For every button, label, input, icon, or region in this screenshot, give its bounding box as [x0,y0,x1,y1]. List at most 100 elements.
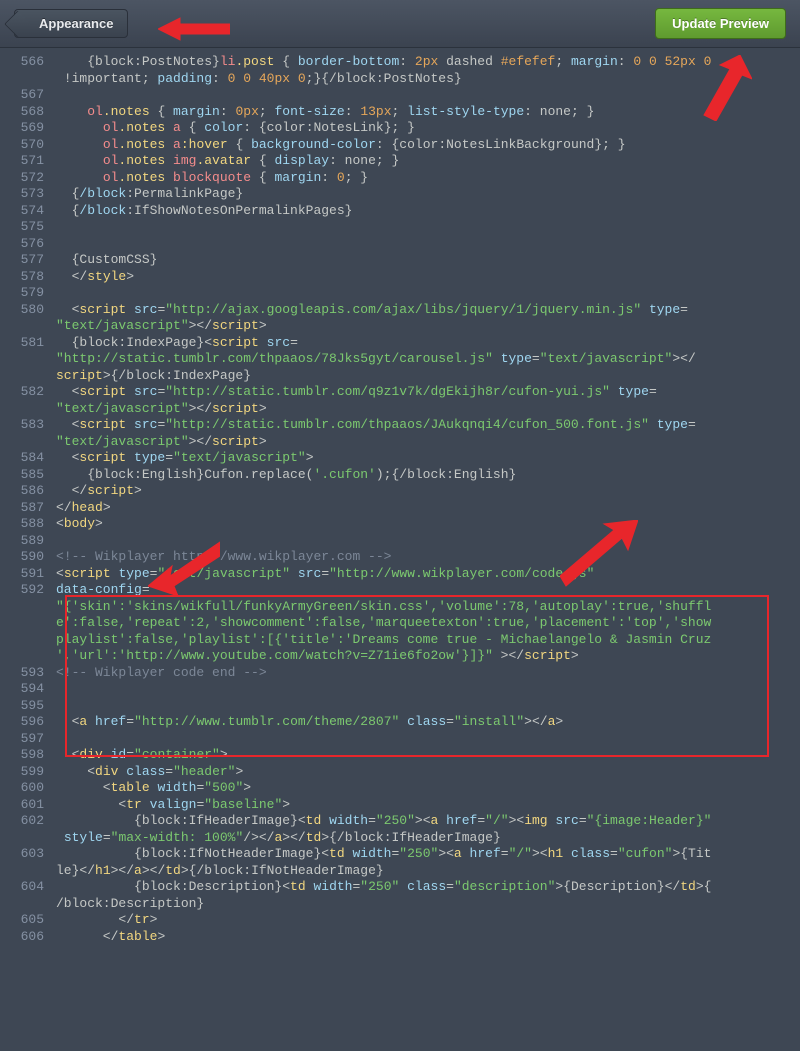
code-content[interactable]: </style> [56,269,800,286]
code-content[interactable]: </head> [56,500,800,517]
code-content[interactable]: e':false,'repeat':2,'showcomment':false,… [56,615,800,632]
code-content[interactable]: <script type="text/javascript"> [56,450,800,467]
code-content[interactable] [56,731,800,748]
code-line[interactable]: 577 {CustomCSS} [0,252,800,269]
code-line[interactable]: /block:Description} [0,896,800,913]
code-content[interactable]: {block:English}Cufon.replace('.cufon');{… [56,467,800,484]
code-line[interactable]: 567 [0,87,800,104]
code-line[interactable]: 592data-config= [0,582,800,599]
code-content[interactable]: "{'skin':'skins/wikfull/funkyArmyGreen/s… [56,599,800,616]
code-line[interactable]: 602 {block:IfHeaderImage}<td width="250"… [0,813,800,830]
code-line[interactable]: style="max-width: 100%"/></a></td>{/bloc… [0,830,800,847]
code-content[interactable] [56,698,800,715]
code-content[interactable]: ol.notes { margin: 0px; font-size: 13px;… [56,104,800,121]
code-line[interactable]: 595 [0,698,800,715]
code-content[interactable]: <!-- Wikplayer code end --> [56,665,800,682]
code-content[interactable]: {block:PostNotes}li.post { border-bottom… [56,54,800,71]
code-content[interactable] [56,219,800,236]
code-line[interactable]: 573 {/block:PermalinkPage} [0,186,800,203]
code-content[interactable]: </script> [56,483,800,500]
code-line[interactable]: 597 [0,731,800,748]
code-content[interactable]: </table> [56,929,800,946]
code-line[interactable]: 585 {block:English}Cufon.replace('.cufon… [0,467,800,484]
code-line[interactable]: 584 <script type="text/javascript"> [0,450,800,467]
code-content[interactable]: style="max-width: 100%"/></a></td>{/bloc… [56,830,800,847]
code-line[interactable]: ','url':'http://www.youtube.com/watch?v=… [0,648,800,665]
code-line[interactable]: 569 ol.notes a { color: {color:NotesLink… [0,120,800,137]
code-content[interactable] [56,681,800,698]
code-line[interactable]: 582 <script src="http://static.tumblr.co… [0,384,800,401]
code-content[interactable]: <script src="http://ajax.googleapis.com/… [56,302,800,319]
appearance-back-button[interactable]: Appearance [14,9,128,38]
code-line[interactable]: "http://static.tumblr.com/thpaaos/78Jks5… [0,351,800,368]
code-editor[interactable]: 566 {block:PostNotes}li.post { border-bo… [0,48,800,945]
code-line[interactable]: 599 <div class="header"> [0,764,800,781]
code-line[interactable]: 575 [0,219,800,236]
code-content[interactable]: ','url':'http://www.youtube.com/watch?v=… [56,648,800,665]
code-content[interactable]: {/block:IfShowNotesOnPermalinkPages} [56,203,800,220]
code-line[interactable]: "{'skin':'skins/wikfull/funkyArmyGreen/s… [0,599,800,616]
code-content[interactable]: <body> [56,516,800,533]
code-content[interactable]: /block:Description} [56,896,800,913]
code-content[interactable] [56,236,800,253]
code-line[interactable]: 603 {block:IfNotHeaderImage}<td width="2… [0,846,800,863]
code-line[interactable]: 594 [0,681,800,698]
update-preview-button[interactable]: Update Preview [655,8,786,39]
code-content[interactable]: <div class="header"> [56,764,800,781]
code-content[interactable]: !important; padding: 0 0 40px 0;}{/block… [56,71,800,88]
code-content[interactable]: {block:IfNotHeaderImage}<td width="250">… [56,846,800,863]
code-line[interactable]: le}</h1></a></td>{/block:IfNotHeaderImag… [0,863,800,880]
code-content[interactable]: {CustomCSS} [56,252,800,269]
code-line[interactable]: 571 ol.notes img.avatar { display: none;… [0,153,800,170]
code-line[interactable]: 604 {block:Description}<td width="250" c… [0,879,800,896]
code-line[interactable]: playlist':false,'playlist':[{'title':'Dr… [0,632,800,649]
code-content[interactable]: {/block:PermalinkPage} [56,186,800,203]
code-line[interactable]: 590<!-- Wikplayer http://www.wikplayer.c… [0,549,800,566]
code-content[interactable]: ol.notes a:hover { background-color: {co… [56,137,800,154]
code-content[interactable]: <div id="container"> [56,747,800,764]
code-line[interactable]: 578 </style> [0,269,800,286]
code-line[interactable]: 566 {block:PostNotes}li.post { border-bo… [0,54,800,71]
code-content[interactable]: </tr> [56,912,800,929]
code-line[interactable]: 574 {/block:IfShowNotesOnPermalinkPages} [0,203,800,220]
code-line[interactable]: e':false,'repeat':2,'showcomment':false,… [0,615,800,632]
code-line[interactable]: 606 </table> [0,929,800,946]
code-line[interactable]: 579 [0,285,800,302]
code-line[interactable]: !important; padding: 0 0 40px 0;}{/block… [0,71,800,88]
code-content[interactable] [56,285,800,302]
code-line[interactable]: 600 <table width="500"> [0,780,800,797]
code-content[interactable]: "text/javascript"></script> [56,434,800,451]
code-content[interactable]: ol.notes img.avatar { display: none; } [56,153,800,170]
code-content[interactable]: {block:IndexPage}<script src= [56,335,800,352]
code-content[interactable]: le}</h1></a></td>{/block:IfNotHeaderImag… [56,863,800,880]
code-line[interactable]: 588<body> [0,516,800,533]
code-line[interactable]: 581 {block:IndexPage}<script src= [0,335,800,352]
code-content[interactable]: "text/javascript"></script> [56,318,800,335]
code-content[interactable]: ol.notes blockquote { margin: 0; } [56,170,800,187]
code-content[interactable]: <table width="500"> [56,780,800,797]
code-line[interactable]: 580 <script src="http://ajax.googleapis.… [0,302,800,319]
code-content[interactable]: <script src="http://static.tumblr.com/th… [56,417,800,434]
code-line[interactable]: 605 </tr> [0,912,800,929]
code-content[interactable]: "http://static.tumblr.com/thpaaos/78Jks5… [56,351,800,368]
code-content[interactable]: {block:IfHeaderImage}<td width="250"><a … [56,813,800,830]
code-line[interactable]: 593<!-- Wikplayer code end --> [0,665,800,682]
code-content[interactable]: "text/javascript"></script> [56,401,800,418]
code-content[interactable] [56,87,800,104]
code-line[interactable]: 583 <script src="http://static.tumblr.co… [0,417,800,434]
code-content[interactable]: ol.notes a { color: {color:NotesLink}; } [56,120,800,137]
code-line[interactable]: 586 </script> [0,483,800,500]
code-content[interactable]: <a href="http://www.tumblr.com/theme/280… [56,714,800,731]
code-line[interactable]: 591<script type="text/javascript" src="h… [0,566,800,583]
code-content[interactable]: script>{/block:IndexPage} [56,368,800,385]
code-line[interactable]: script>{/block:IndexPage} [0,368,800,385]
code-content[interactable]: <tr valign="baseline"> [56,797,800,814]
code-line[interactable]: 598 <div id="container"> [0,747,800,764]
code-line[interactable]: 572 ol.notes blockquote { margin: 0; } [0,170,800,187]
code-line[interactable]: "text/javascript"></script> [0,318,800,335]
code-content[interactable]: playlist':false,'playlist':[{'title':'Dr… [56,632,800,649]
code-content[interactable]: <script src="http://static.tumblr.com/q9… [56,384,800,401]
code-line[interactable]: 587</head> [0,500,800,517]
code-line[interactable]: "text/javascript"></script> [0,434,800,451]
code-line[interactable]: "text/javascript"></script> [0,401,800,418]
